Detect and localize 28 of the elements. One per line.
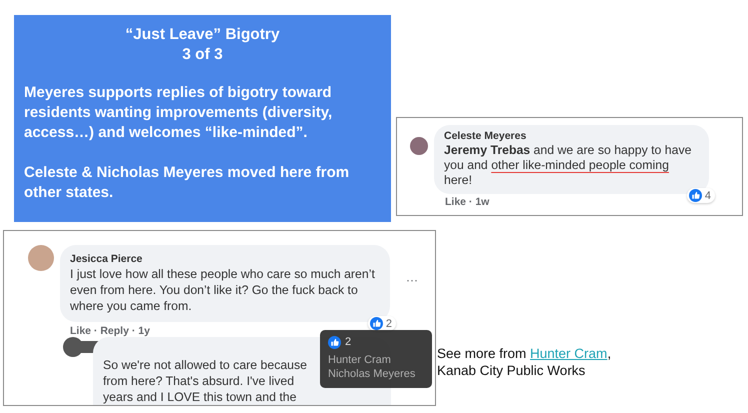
reaction-badge[interactable]: 4 (686, 188, 715, 203)
avatar (28, 245, 54, 271)
reaction-count: 2 (345, 335, 352, 349)
comment-text: Jeremy Trebas and we are so happy to have you and other like-minded people coming here! (444, 143, 692, 188)
avatar (410, 137, 428, 155)
reply-text-line: from here? That's absurd. I've lived (103, 373, 294, 389)
comment-author[interactable]: Celeste Meyeres (444, 129, 699, 143)
reactor-name: Hunter Cram (328, 353, 391, 367)
slide-paragraph: Celeste & Nicholas Meyeres moved here from other states. (24, 163, 350, 203)
caption-text: See more from Hunter Cram, Kanab City Public Works (437, 345, 612, 379)
reaction-count: 4 (704, 190, 711, 202)
comment-actions: Like · 1w (445, 196, 490, 208)
slide-title: “Just Leave” Bigotry (124, 25, 281, 45)
slide-subtitle: 3 of 3 (181, 45, 224, 65)
comment-text: I just love how all these people who care so much aren’t even from here. You don’t like it? Go the fuck back to where you came from. (70, 266, 376, 314)
reaction-count: 2 (386, 318, 392, 330)
thumbs-up-icon (370, 317, 383, 330)
reaction-badge[interactable]: 2 (368, 316, 396, 331)
profile-link[interactable]: Hunter Cram (530, 346, 608, 361)
reply-text-line: years and I LOVE this town and the (103, 389, 296, 405)
thumbs-up-icon (328, 336, 341, 348)
reactor-name: Nicholas Meyeres (328, 367, 416, 381)
more-options-button[interactable]: ··· (402, 273, 422, 287)
slide-paragraph: Meyeres supports replies of bigotry toward residents wanting improvements (diversity, access…) and welcomes “like-minded”. (24, 83, 334, 143)
reply-text-line: So we're not allowed to care because (103, 357, 308, 373)
comment-author[interactable]: Jesicca Pierce (70, 252, 380, 266)
comment-actions: Like · Reply · 1y (70, 325, 151, 337)
thumbs-up-icon (688, 189, 702, 202)
